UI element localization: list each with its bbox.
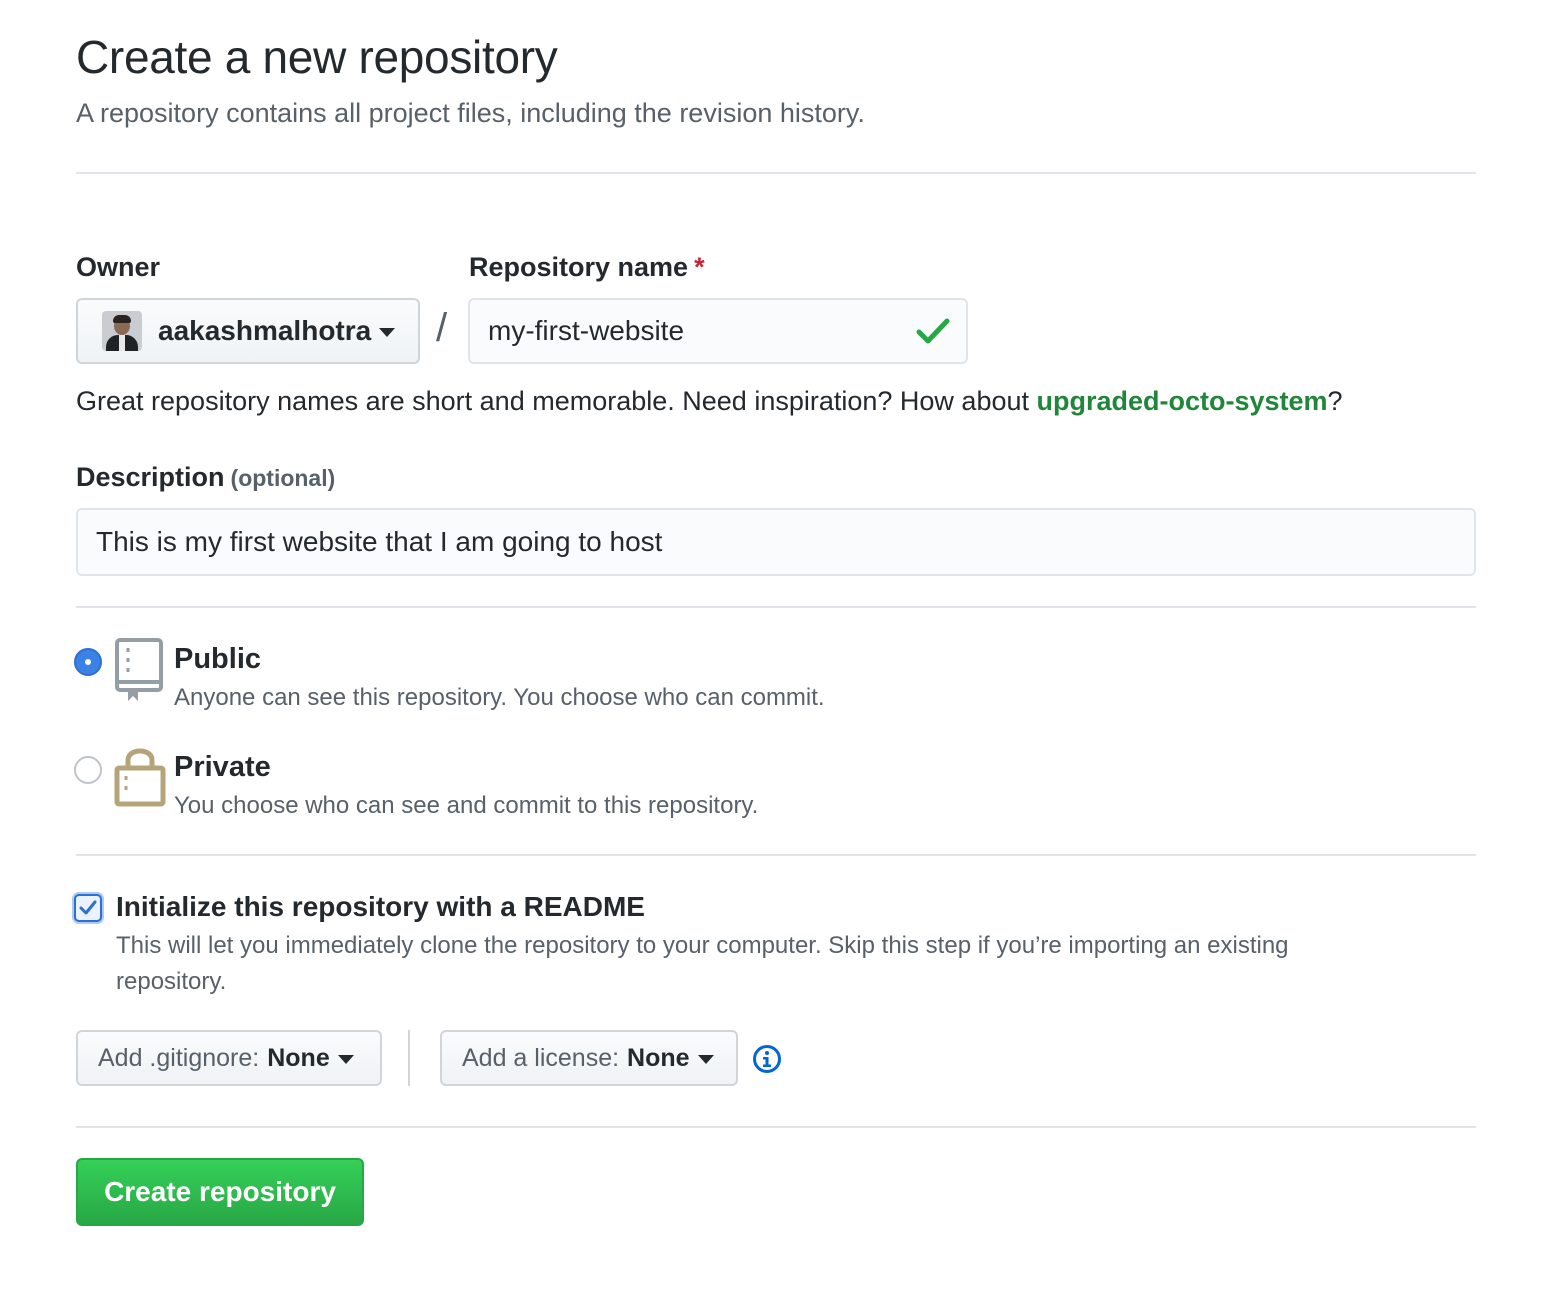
name-hint: Great repository names are short and mem… [76, 386, 1343, 417]
page-title: Create a new repository [76, 31, 558, 83]
init-readme-description-line1: This will let you immediately clone the … [116, 932, 1289, 959]
page-subtitle: A repository contains all project files,… [76, 98, 865, 128]
name-hint-text: Great repository names are short and mem… [76, 386, 1037, 416]
divider [76, 172, 1476, 174]
owner-select-button[interactable]: aakashmalhotra [76, 298, 420, 364]
gitignore-select-button[interactable]: Add .gitignore: None [76, 1030, 382, 1086]
gitignore-label: Add .gitignore: [98, 1043, 260, 1072]
triangle-down-icon [697, 1055, 714, 1064]
avatar [102, 311, 142, 351]
select-divider [408, 1030, 410, 1086]
init-readme-checkbox[interactable] [74, 894, 102, 922]
check-icon [916, 318, 950, 344]
description-label: Description (optional) [76, 462, 335, 493]
suggested-name-link[interactable]: upgraded-octo-system [1037, 386, 1328, 416]
owner-repo-separator: / [436, 306, 448, 350]
name-hint-suffix: ? [1327, 386, 1343, 416]
init-readme-description-line2: repository. [116, 968, 227, 995]
gitignore-value: None [267, 1043, 330, 1072]
license-value: None [627, 1043, 690, 1072]
license-label: Add a license: [462, 1043, 620, 1072]
private-title: Private [174, 751, 271, 783]
private-radio[interactable] [74, 756, 102, 784]
info-icon[interactable] [752, 1044, 782, 1074]
description-label-text: Description [76, 462, 225, 492]
public-radio[interactable] [74, 648, 102, 676]
repo-name-input[interactable] [468, 298, 968, 364]
private-description: You choose who can see and commit to thi… [174, 792, 759, 819]
divider [76, 606, 1476, 608]
required-mark: * [694, 252, 705, 282]
optional-note: (optional) [230, 465, 336, 491]
check-icon [79, 900, 97, 915]
create-repository-button[interactable]: Create repository [76, 1158, 364, 1226]
owner-label: Owner [76, 252, 161, 282]
public-title: Public [174, 643, 262, 675]
repo-name-label: Repository name * [469, 252, 705, 283]
license-select-button[interactable]: Add a license: None [440, 1030, 738, 1086]
create-repository-page: Create a new repository A repository con… [0, 0, 1562, 1298]
repo-name-label-text: Repository name [469, 252, 689, 282]
description-input[interactable] [76, 508, 1476, 576]
public-description: Anyone can see this repository. You choo… [174, 684, 825, 711]
lock-icon [114, 748, 166, 807]
divider [76, 854, 1476, 856]
owner-name: aakashmalhotra [158, 315, 372, 346]
triangle-down-icon [337, 1055, 354, 1064]
repo-icon [115, 638, 163, 701]
triangle-down-icon [379, 328, 396, 337]
init-readme-title[interactable]: Initialize this repository with a README [116, 891, 645, 923]
divider [76, 1126, 1476, 1128]
